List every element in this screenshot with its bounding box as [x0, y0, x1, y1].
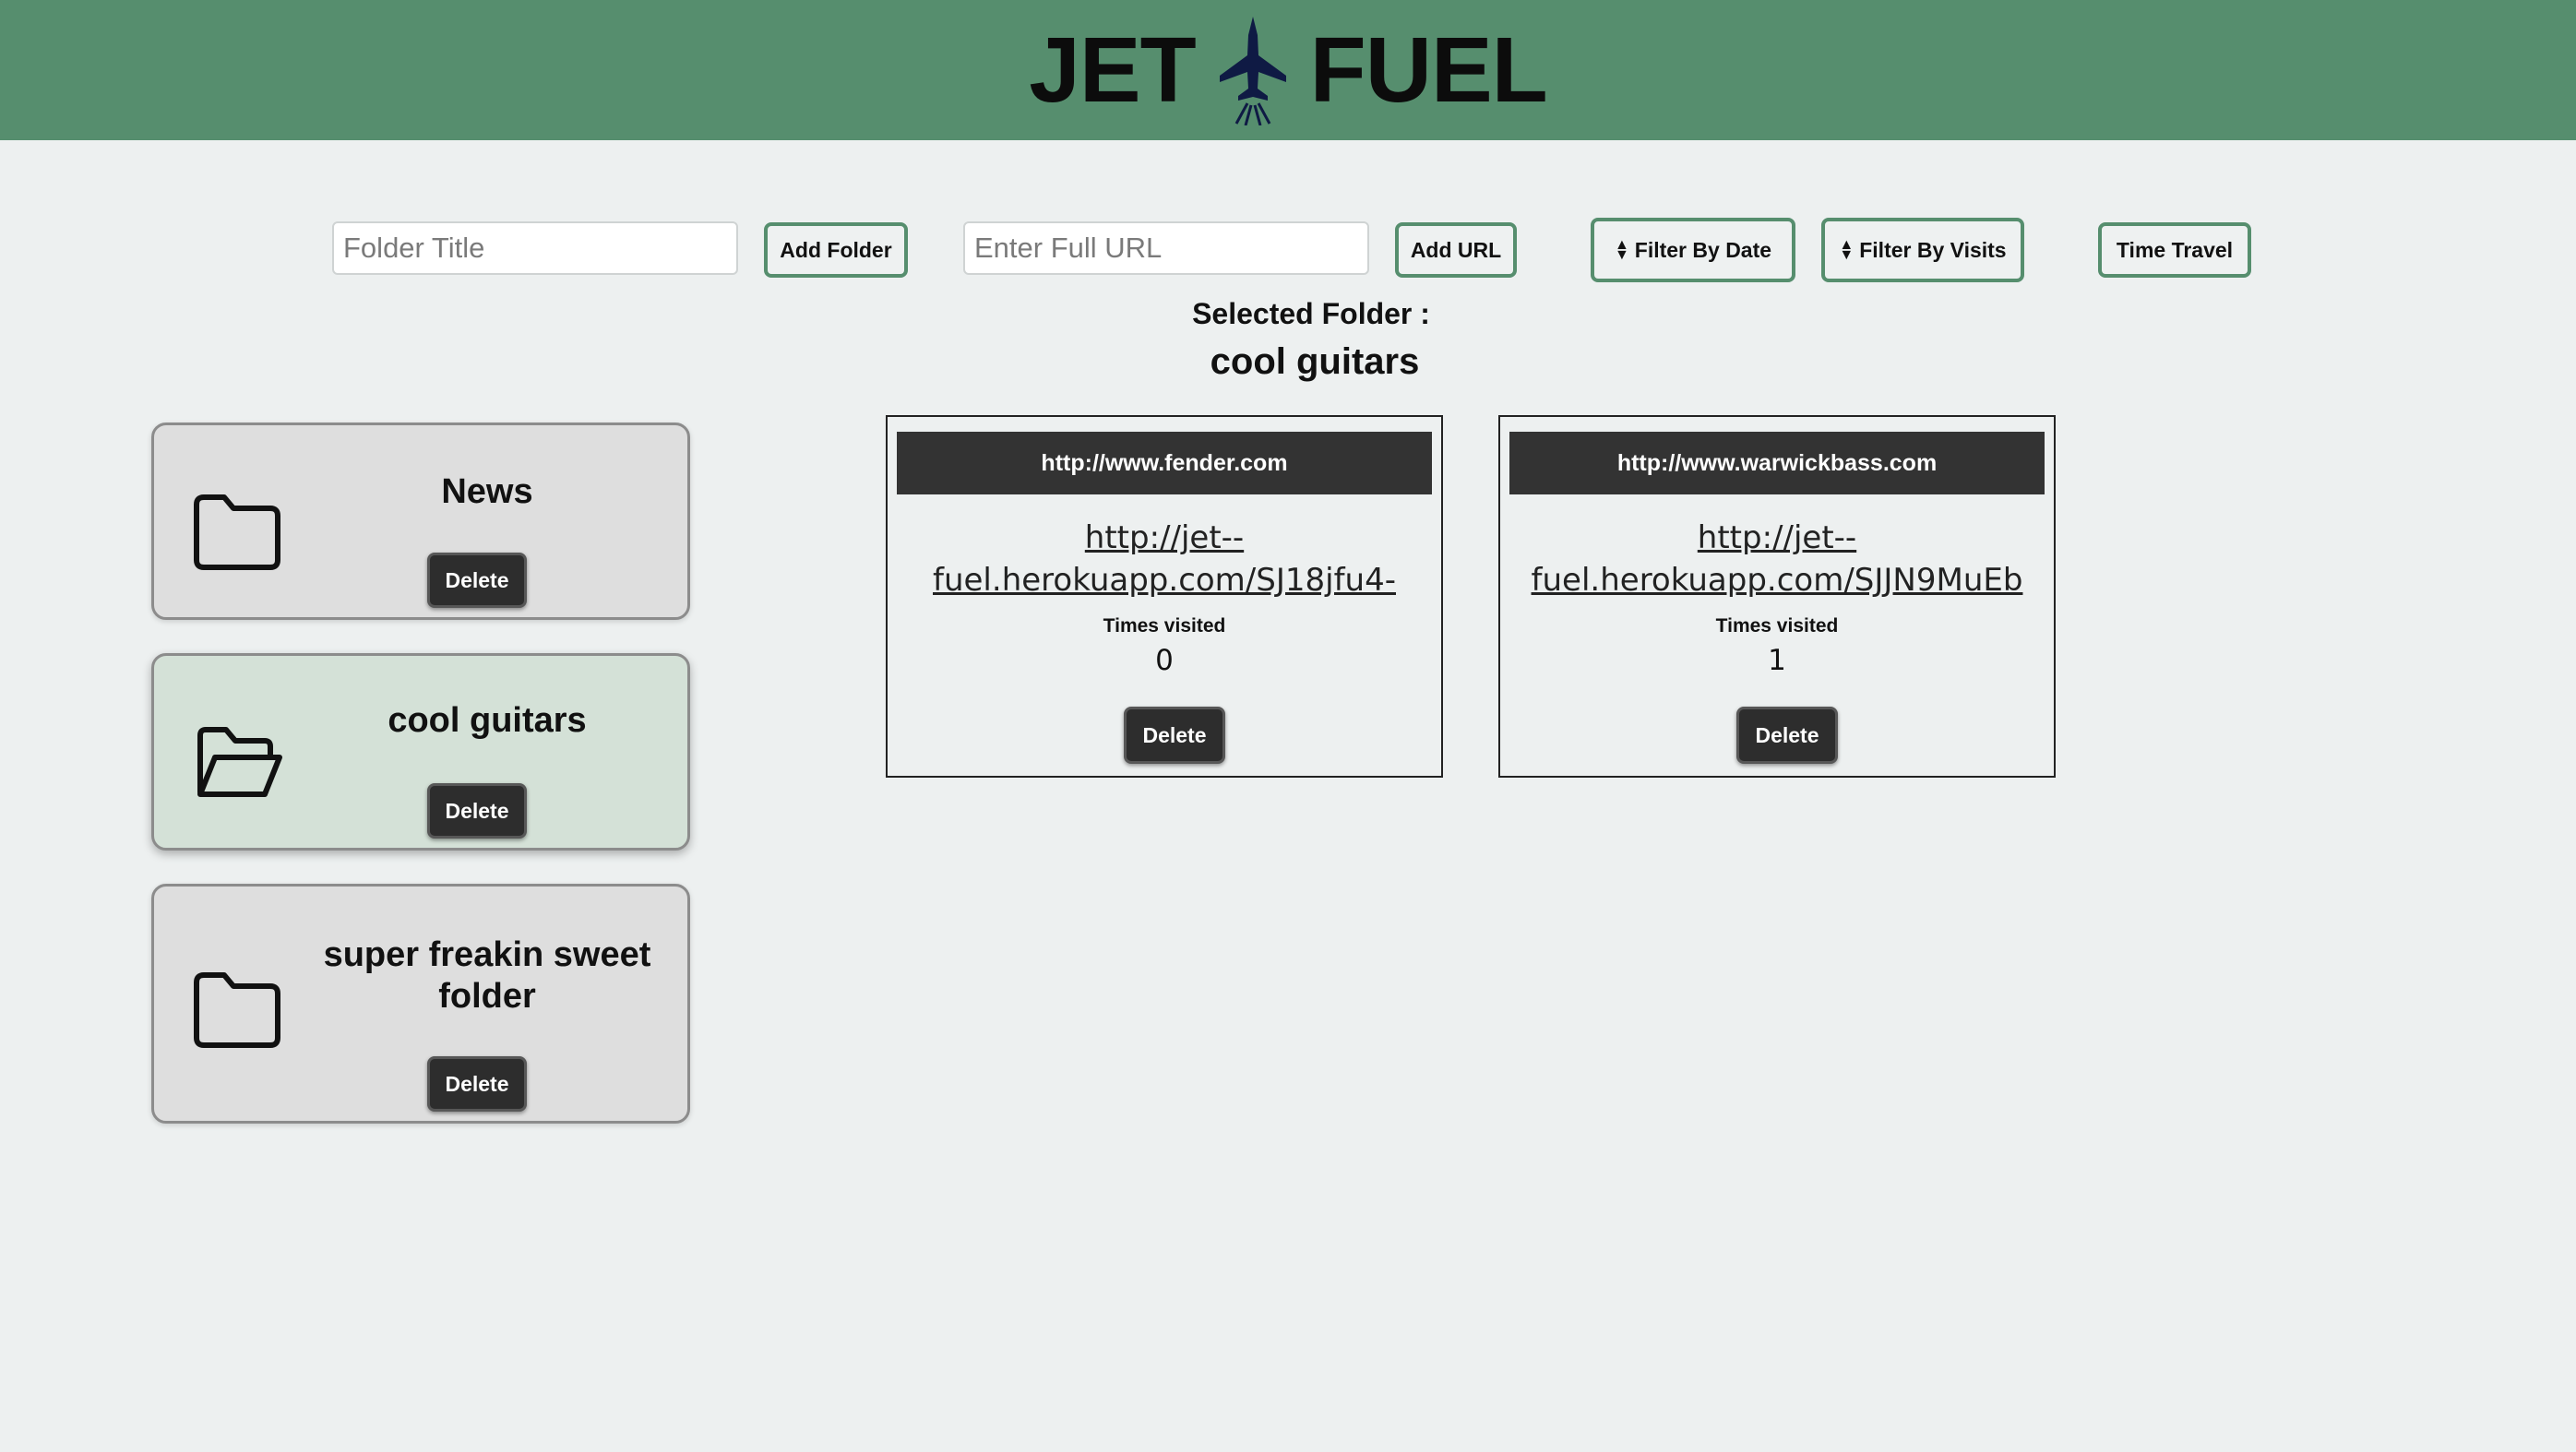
original-url: http://www.fender.com — [897, 432, 1432, 494]
filter-by-visits-button[interactable]: ▲ ▼ Filter By Visits — [1821, 218, 2024, 282]
time-travel-label: Time Travel — [2116, 237, 2234, 262]
add-folder-label: Add Folder — [780, 237, 892, 262]
delete-label: Delete — [1755, 722, 1819, 747]
url-card: http://www.warwickbass.com http://jet-- … — [1498, 415, 2056, 778]
logo-text-left: JET — [1029, 18, 1196, 122]
selected-folder-name: cool guitars — [1210, 341, 1420, 382]
filter-by-date-label: Filter By Date — [1634, 237, 1772, 262]
logo-text-right: FUEL — [1309, 18, 1548, 122]
add-url-button[interactable]: Add URL — [1395, 222, 1517, 278]
short-url-link[interactable]: http://jet-- fuel.herokuapp.com/SJ18jfu4… — [888, 517, 1441, 601]
folder-title: super freakin sweet folder — [323, 935, 651, 1016]
folder-card-super-freakin-sweet-folder[interactable]: super freakin sweet folder Delete — [151, 884, 690, 1124]
short-url-link[interactable]: http://jet-- fuel.herokuapp.com/SJJN9MuE… — [1500, 517, 2054, 601]
folder-card-news[interactable]: News Delete — [151, 423, 690, 620]
delete-url-button[interactable]: Delete — [1736, 707, 1838, 764]
time-travel-button[interactable]: Time Travel — [2098, 222, 2251, 278]
selected-folder-label: Selected Folder : — [1192, 297, 1430, 330]
delete-folder-button[interactable]: Delete — [427, 783, 527, 839]
folder-title: News — [441, 472, 533, 511]
short-url-line1: http://jet-- — [1084, 519, 1245, 556]
times-visited-label: Times visited — [1103, 615, 1226, 637]
url-input[interactable] — [963, 221, 1369, 275]
add-url-label: Add URL — [1410, 237, 1502, 262]
short-url-line1: http://jet-- — [1697, 519, 1857, 556]
short-url-line2: fuel.herokuapp.com/SJJN9MuEb — [1531, 562, 2023, 599]
delete-label: Delete — [1142, 722, 1207, 747]
original-url: http://www.warwickbass.com — [1509, 432, 2045, 494]
filter-by-date-button[interactable]: ▲ ▼ Filter By Date — [1591, 218, 1795, 282]
times-visited-label: Times visited — [1715, 615, 1839, 637]
jet-icon — [1212, 15, 1294, 126]
delete-url-button[interactable]: Delete — [1124, 707, 1225, 764]
app-logo: JET FUEL — [0, 0, 2576, 140]
sort-icon: ▲ ▼ — [1614, 236, 1629, 263]
delete-folder-button[interactable]: Delete — [427, 1056, 527, 1112]
add-folder-button[interactable]: Add Folder — [764, 222, 908, 278]
folder-card-cool-guitars[interactable]: cool guitars Delete — [151, 653, 690, 851]
folder-title: cool guitars — [388, 701, 587, 740]
sort-icon: ▲ ▼ — [1839, 236, 1854, 263]
delete-label: Delete — [445, 798, 509, 823]
folder-open-icon — [197, 727, 282, 797]
folder-title-input[interactable] — [332, 221, 738, 275]
folder-closed-icon — [194, 972, 280, 1048]
folder-closed-icon — [194, 494, 280, 570]
delete-folder-button[interactable]: Delete — [427, 553, 527, 608]
times-visited-count: 0 — [1155, 644, 1174, 677]
delete-label: Delete — [445, 1071, 509, 1096]
filter-by-visits-label: Filter By Visits — [1859, 237, 2007, 262]
delete-label: Delete — [445, 567, 509, 592]
url-card: http://www.fender.com http://jet-- fuel.… — [886, 415, 1443, 778]
short-url-line2: fuel.herokuapp.com/SJ18jfu4- — [933, 562, 1396, 599]
times-visited-count: 1 — [1768, 644, 1786, 677]
